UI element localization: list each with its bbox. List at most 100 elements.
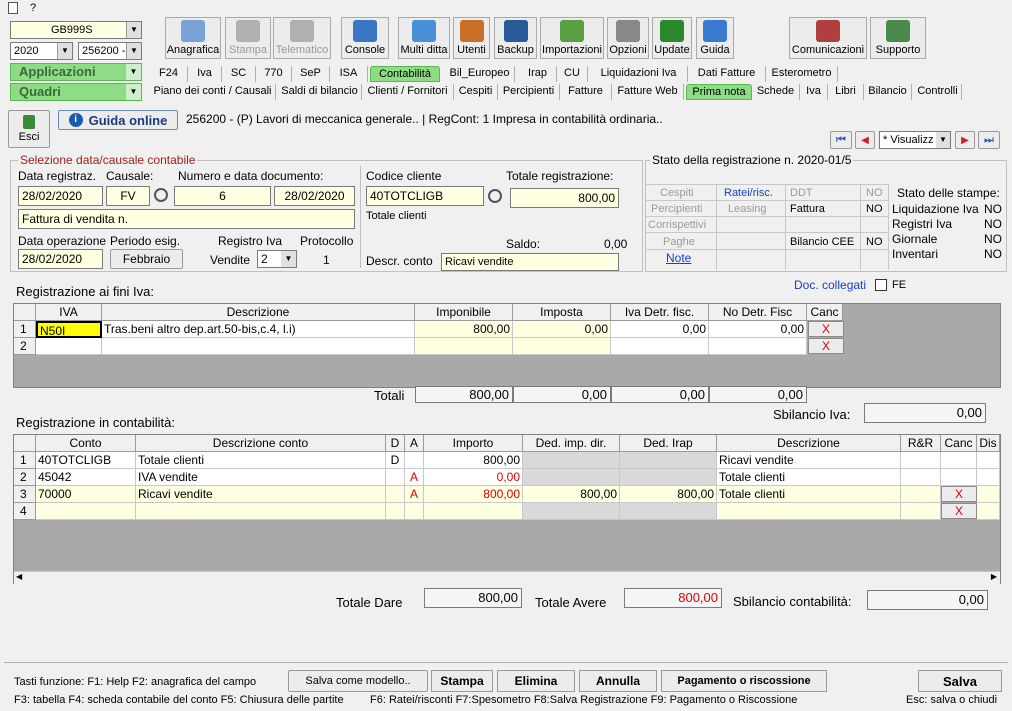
subtab-libri[interactable]: Libri xyxy=(828,84,864,100)
cont-cell-d[interactable]: D xyxy=(386,452,405,469)
iva-cell-nodetr[interactable]: 0,00 xyxy=(709,321,807,338)
cont-cell-rr[interactable] xyxy=(901,452,941,469)
cespiti-label[interactable]: Cespiti xyxy=(660,187,694,199)
tab-liquidazioni-iva[interactable]: Liquidazioni Iva xyxy=(590,66,688,82)
tab-770[interactable]: 770 xyxy=(256,66,292,82)
cont-cell-ded[interactable] xyxy=(523,503,620,520)
tab-f24[interactable]: F24 xyxy=(150,66,188,82)
scroll-right-icon[interactable]: ▶ xyxy=(991,572,997,581)
paghe-label[interactable]: Paghe xyxy=(663,236,695,248)
tab-irap[interactable]: Irap xyxy=(519,66,557,82)
search-icon[interactable] xyxy=(154,188,168,202)
cont-cell-ded[interactable] xyxy=(523,452,620,469)
guida-online-button[interactable]: i Guida online xyxy=(58,110,178,130)
tab-bil-europeo[interactable]: Bil_Europeo xyxy=(445,66,515,82)
iva-cell-iva[interactable] xyxy=(36,338,102,355)
toolbar-telematico-button[interactable]: Telematico xyxy=(273,17,331,59)
totale-field[interactable]: 800,00 xyxy=(510,188,619,208)
toolbar-utenti-button[interactable]: Utenti xyxy=(453,17,490,59)
subtab-percipienti[interactable]: Percipienti xyxy=(498,84,560,100)
doc-collegati-link[interactable]: Doc. collegati xyxy=(794,278,866,292)
help-menu[interactable]: ? xyxy=(30,2,36,14)
leasing-label[interactable]: Leasing xyxy=(728,203,767,215)
search-icon[interactable] xyxy=(488,189,502,203)
percipienti-label[interactable]: Percipienti xyxy=(651,203,702,215)
cont-cell-descrizione[interactable] xyxy=(717,503,901,520)
chevron-down-icon[interactable]: ▼ xyxy=(936,132,950,148)
iva-cell-descr[interactable]: Tras.beni altro dep.art.50-bis,c.4, l.i) xyxy=(102,321,415,338)
cont-cell-a[interactable]: A xyxy=(405,469,424,486)
subtab-saldi-di-bilancio[interactable]: Saldi di bilancio xyxy=(278,84,362,100)
tab-cu[interactable]: CU xyxy=(557,66,588,82)
toolbar-stampa-button[interactable]: Stampa xyxy=(225,17,271,59)
tab-sep[interactable]: SeP xyxy=(292,66,330,82)
cont-cell-importo[interactable]: 0,00 xyxy=(424,469,523,486)
next-record-icon[interactable]: ▶ xyxy=(955,131,975,149)
salva-modello-button[interactable]: Salva come modello.. xyxy=(288,670,428,692)
data-documento-field[interactable]: 28/02/2020 xyxy=(274,186,355,206)
subtab-piano-dei-conti-causali[interactable]: Piano dei conti / Causali xyxy=(150,84,276,100)
subtab-schede[interactable]: Schede xyxy=(752,84,800,100)
cont-cell-descr[interactable]: Ricavi vendite xyxy=(136,486,386,503)
subtab-bilancio[interactable]: Bilancio xyxy=(864,84,912,100)
toolbar-console-button[interactable]: Console xyxy=(341,17,389,59)
cont-cell-descrizione[interactable]: Ricavi vendite xyxy=(717,452,901,469)
iva-cell-iva[interactable]: N50I xyxy=(36,321,102,338)
cont-cell-importo[interactable] xyxy=(424,503,523,520)
iva-cell-imposta[interactable] xyxy=(513,338,611,355)
cont-cell-importo[interactable]: 800,00 xyxy=(424,452,523,469)
subtab-iva[interactable]: Iva xyxy=(800,84,828,100)
pagamento-button[interactable]: Pagamento o riscossione xyxy=(661,670,827,692)
iva-cell-detr[interactable] xyxy=(611,338,709,355)
descr-conto-field[interactable]: Ricavi vendite xyxy=(441,253,619,271)
prev-record-icon[interactable]: ◀ xyxy=(855,131,875,149)
cont-cell-a[interactable] xyxy=(405,503,424,520)
iva-cell-imponibile[interactable] xyxy=(415,338,513,355)
subtab-cespiti[interactable]: Cespiti xyxy=(454,84,498,100)
tab-contabilit-[interactable]: Contabilità xyxy=(370,66,440,82)
chevron-down-icon[interactable]: ▼ xyxy=(126,64,141,80)
tab-isa[interactable]: ISA xyxy=(330,66,368,82)
data-registraz-field[interactable]: 28/02/2020 xyxy=(18,186,103,206)
delete-row-icon[interactable]: X xyxy=(941,503,977,519)
iva-cell-imponibile[interactable]: 800,00 xyxy=(415,321,513,338)
applicazioni-select[interactable]: Applicazioni xyxy=(10,63,142,81)
data-operazione-field[interactable]: 28/02/2020 xyxy=(18,249,103,269)
toolbar-supporto-button[interactable]: Supporto xyxy=(870,17,926,59)
cont-cell-conto[interactable]: 45042 xyxy=(36,469,136,486)
delete-row-icon[interactable]: X xyxy=(808,338,844,354)
cont-cell-a[interactable] xyxy=(405,452,424,469)
cont-cell-conto[interactable] xyxy=(36,503,136,520)
cont-cell-descrizione[interactable]: Totale clienti xyxy=(717,486,901,503)
subtab-controlli[interactable]: Controlli xyxy=(914,84,962,100)
last-record-icon[interactable]: ⏭ xyxy=(978,131,1000,149)
cont-cell-irap[interactable] xyxy=(620,469,717,486)
esci-button[interactable]: Esci xyxy=(8,110,50,148)
cont-cell-rr[interactable] xyxy=(901,469,941,486)
cont-cell-importo[interactable]: 800,00 xyxy=(424,486,523,503)
tab-sc[interactable]: SC xyxy=(222,66,256,82)
cont-cell-irap[interactable] xyxy=(620,452,717,469)
cont-cell-rr[interactable] xyxy=(901,486,941,503)
cont-cell-descr[interactable]: Totale clienti xyxy=(136,452,386,469)
causale-field[interactable]: FV xyxy=(106,186,150,206)
cont-cell-descr[interactable]: IVA vendite xyxy=(136,469,386,486)
cont-cell-descrizione[interactable]: Totale clienti xyxy=(717,469,901,486)
note-link[interactable]: Note xyxy=(666,251,691,265)
delete-row-icon[interactable]: X xyxy=(941,486,977,502)
first-record-icon[interactable]: ⏮ xyxy=(830,131,852,149)
corrispettivi-label[interactable]: Corrispettivi xyxy=(648,219,706,231)
chevron-down-icon[interactable]: ▼ xyxy=(281,251,296,267)
cont-cell-ded[interactable] xyxy=(523,469,620,486)
subtab-fatture-web[interactable]: Fatture Web xyxy=(612,84,684,100)
tab-dati-fatture[interactable]: Dati Fatture xyxy=(688,66,766,82)
company-select[interactable]: GB999S xyxy=(10,21,142,39)
stampa-button[interactable]: Stampa xyxy=(431,670,493,692)
horizontal-scrollbar[interactable]: ◀ ▶ xyxy=(14,571,1000,584)
chevron-down-icon[interactable]: ▼ xyxy=(126,43,141,59)
cont-cell-d[interactable] xyxy=(386,486,405,503)
cont-cell-conto[interactable]: 40TOTCLIGB xyxy=(36,452,136,469)
codice-cliente-field[interactable]: 40TOTCLIGB xyxy=(366,186,484,206)
cont-cell-conto[interactable]: 70000 xyxy=(36,486,136,503)
cont-cell-irap[interactable]: 800,00 xyxy=(620,486,717,503)
